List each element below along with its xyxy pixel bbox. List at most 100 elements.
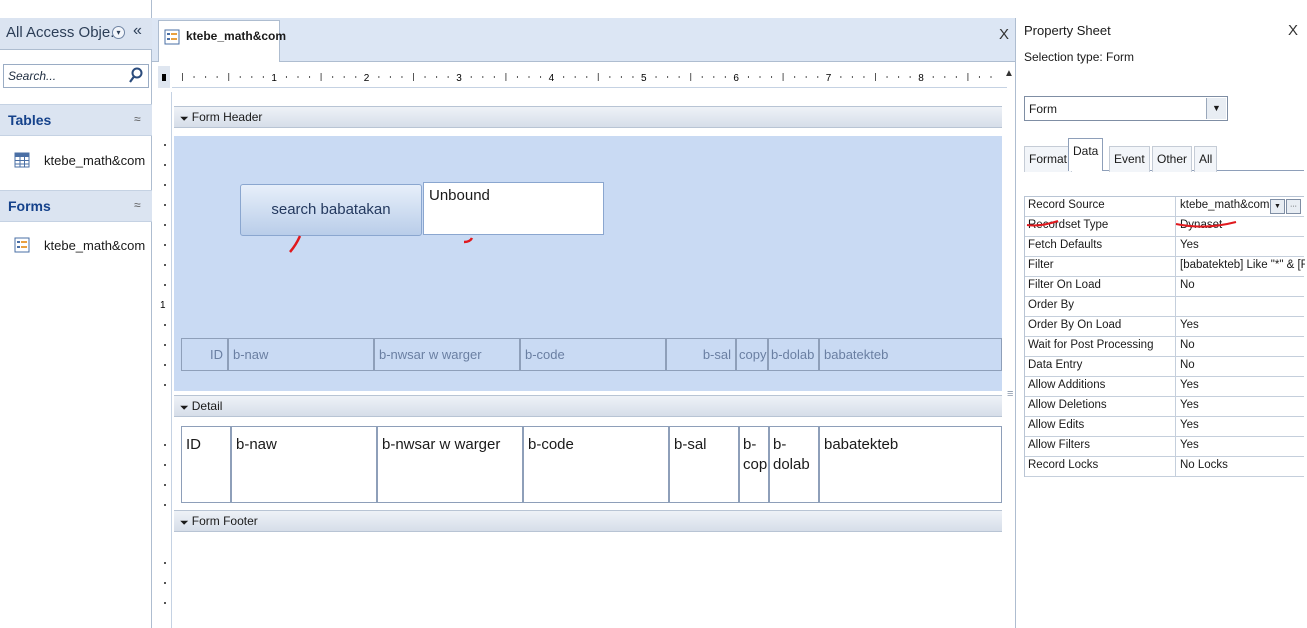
- collapse-pane-icon[interactable]: «: [133, 22, 142, 40]
- tab-all[interactable]: All: [1194, 146, 1218, 172]
- ruler-tick: [413, 73, 414, 81]
- detail-bar[interactable]: 🞃 Detail: [174, 395, 1002, 417]
- form-selector[interactable]: [158, 66, 170, 88]
- property-row[interactable]: Recordset Type Dynaset: [1025, 217, 1304, 237]
- tab-format[interactable]: Format: [1024, 146, 1073, 172]
- ruler-tick: [297, 76, 299, 78]
- group-collapse-icon[interactable]: ≈: [134, 198, 141, 212]
- property-row[interactable]: Allow Edits Yes: [1025, 417, 1304, 437]
- detail-field-b-dolab[interactable]: b- dolab: [769, 426, 819, 503]
- nav-group-forms[interactable]: Forms ≈: [0, 190, 152, 222]
- property-value[interactable]: Yes: [1177, 437, 1305, 457]
- property-row[interactable]: Order By On Load Yes: [1025, 317, 1304, 337]
- field-text: b-naw: [236, 436, 277, 453]
- tab-event[interactable]: Event: [1109, 146, 1150, 172]
- field-text: b- dolab: [773, 436, 810, 473]
- header-label-id[interactable]: ID: [181, 338, 228, 371]
- close-document-icon[interactable]: X: [999, 26, 1009, 43]
- property-value[interactable]: No Locks: [1177, 457, 1305, 477]
- property-name: Order By: [1025, 297, 1176, 317]
- header-label-b-code[interactable]: b-code: [520, 338, 666, 371]
- property-sheet: Property Sheet X Selection type: Form Fo…: [1015, 18, 1307, 628]
- property-value[interactable]: No: [1177, 277, 1305, 297]
- property-row[interactable]: Data Entry No: [1025, 357, 1304, 377]
- detail-field-copy[interactable]: b- cop: [739, 426, 769, 503]
- nav-item-table[interactable]: ktebe_math&com: [0, 147, 152, 175]
- field-text: b-nwsar w warger: [382, 436, 501, 453]
- label-text: babatekteb: [824, 347, 889, 362]
- property-row[interactable]: Record Locks No Locks: [1025, 457, 1304, 477]
- property-sheet-title: Property Sheet: [1024, 23, 1111, 38]
- detail-field-babatekteb[interactable]: babatekteb: [819, 426, 1002, 503]
- header-label-copy[interactable]: copy: [736, 338, 768, 371]
- property-row[interactable]: Fetch Defaults Yes: [1025, 237, 1304, 257]
- nav-dropdown-icon[interactable]: ▾: [112, 26, 125, 39]
- search-button[interactable]: search babatakan: [240, 184, 422, 236]
- ruler-tick: [817, 76, 819, 78]
- property-row[interactable]: Filter [babatekteb] Like "*" & [Fo: [1025, 257, 1305, 277]
- tab-other[interactable]: Other: [1152, 146, 1193, 172]
- header-label-b-sal[interactable]: b-sal: [666, 338, 736, 371]
- detail-field-b-sal[interactable]: b-sal: [669, 426, 739, 503]
- detail-field-id[interactable]: ID: [181, 426, 231, 503]
- ruler-tick: [164, 224, 166, 226]
- property-row[interactable]: Filter On Load No: [1025, 277, 1304, 297]
- tab-data[interactable]: Data: [1068, 138, 1104, 171]
- nav-search-input[interactable]: Search...: [3, 64, 149, 88]
- form-header-bar[interactable]: 🞃 Form Header: [174, 106, 1002, 128]
- ruler-number: 7: [826, 73, 832, 84]
- detail-field-b-code[interactable]: b-code: [523, 426, 669, 503]
- search-icon[interactable]: [128, 67, 144, 85]
- property-value[interactable]: Yes: [1177, 317, 1305, 337]
- property-value[interactable]: Yes: [1177, 237, 1305, 257]
- document-tab[interactable]: ktebe_math&com: [158, 20, 286, 62]
- dropdown-arrow-icon[interactable]: ▼: [1270, 199, 1285, 214]
- property-row[interactable]: Allow Additions Yes: [1025, 377, 1304, 397]
- ruler-tick: [713, 76, 715, 78]
- property-row[interactable]: Allow Deletions Yes: [1025, 397, 1304, 417]
- property-row[interactable]: Wait for Post Processing No: [1025, 337, 1304, 357]
- ruler-tick: [667, 76, 669, 78]
- property-value[interactable]: No: [1177, 337, 1305, 357]
- property-row[interactable]: Order By: [1025, 297, 1304, 317]
- splitter-grip-icon[interactable]: ≡: [1007, 388, 1013, 400]
- vertical-ruler[interactable]: 1: [158, 92, 172, 628]
- property-value[interactable]: Dynaset: [1177, 217, 1305, 237]
- detail-field-b-naw[interactable]: b-naw: [231, 426, 377, 503]
- form-footer-section[interactable]: [174, 539, 1002, 628]
- property-value[interactable]: [1177, 297, 1305, 317]
- scroll-up-arrow-icon[interactable]: ▲: [1004, 68, 1014, 79]
- group-collapse-icon[interactable]: ≈: [134, 112, 141, 126]
- close-property-sheet-icon[interactable]: X: [1288, 22, 1298, 39]
- property-value[interactable]: No: [1177, 357, 1305, 377]
- builder-ellipsis-icon[interactable]: ···: [1286, 199, 1301, 214]
- field-text: b-sal: [674, 436, 707, 453]
- record-source-buttons: ▼ ···: [1270, 199, 1302, 215]
- ruler-tick: [164, 464, 166, 466]
- property-value[interactable]: [babatekteb] Like "*" & [Fo: [1177, 257, 1305, 277]
- field-text: b-code: [528, 436, 574, 453]
- property-value[interactable]: Yes: [1177, 397, 1305, 417]
- nav-pane-header[interactable]: All Access Obje... ▾ «: [0, 18, 152, 50]
- form-footer-bar[interactable]: 🞃 Form Footer: [174, 510, 1002, 532]
- header-label-b-dolab[interactable]: b-dolab: [768, 338, 819, 371]
- property-value[interactable]: Yes: [1177, 377, 1305, 397]
- property-value[interactable]: Yes: [1177, 417, 1305, 437]
- property-name: Fetch Defaults: [1025, 237, 1176, 257]
- detail-field-b-nwsar[interactable]: b-nwsar w warger: [377, 426, 523, 503]
- ruler-tick: [164, 384, 166, 386]
- property-row[interactable]: Record Source ktebe_math&com ▼ ···: [1025, 197, 1304, 217]
- header-label-b-nwsar[interactable]: b-nwsar w warger: [374, 338, 520, 371]
- dropdown-arrow-icon[interactable]: ▼: [1206, 98, 1226, 119]
- header-label-babatekteb[interactable]: babatekteb: [819, 338, 1002, 371]
- field-text: b- cop: [743, 436, 768, 473]
- object-selector-dropdown[interactable]: Form ▼: [1024, 96, 1228, 121]
- nav-group-tables[interactable]: Tables ≈: [0, 104, 152, 136]
- search-textbox[interactable]: Unbound: [423, 182, 604, 235]
- nav-item-form[interactable]: ktebe_math&com: [0, 232, 152, 260]
- nav-pane-title[interactable]: All Access Obje...: [6, 24, 123, 41]
- vertical-ruler-ticks: 1: [160, 144, 166, 604]
- property-row[interactable]: Allow Filters Yes: [1025, 437, 1304, 457]
- horizontal-ruler[interactable]: 1 2 3 4 5 6 7 8: [172, 66, 1007, 88]
- header-label-b-naw[interactable]: b-naw: [228, 338, 374, 371]
